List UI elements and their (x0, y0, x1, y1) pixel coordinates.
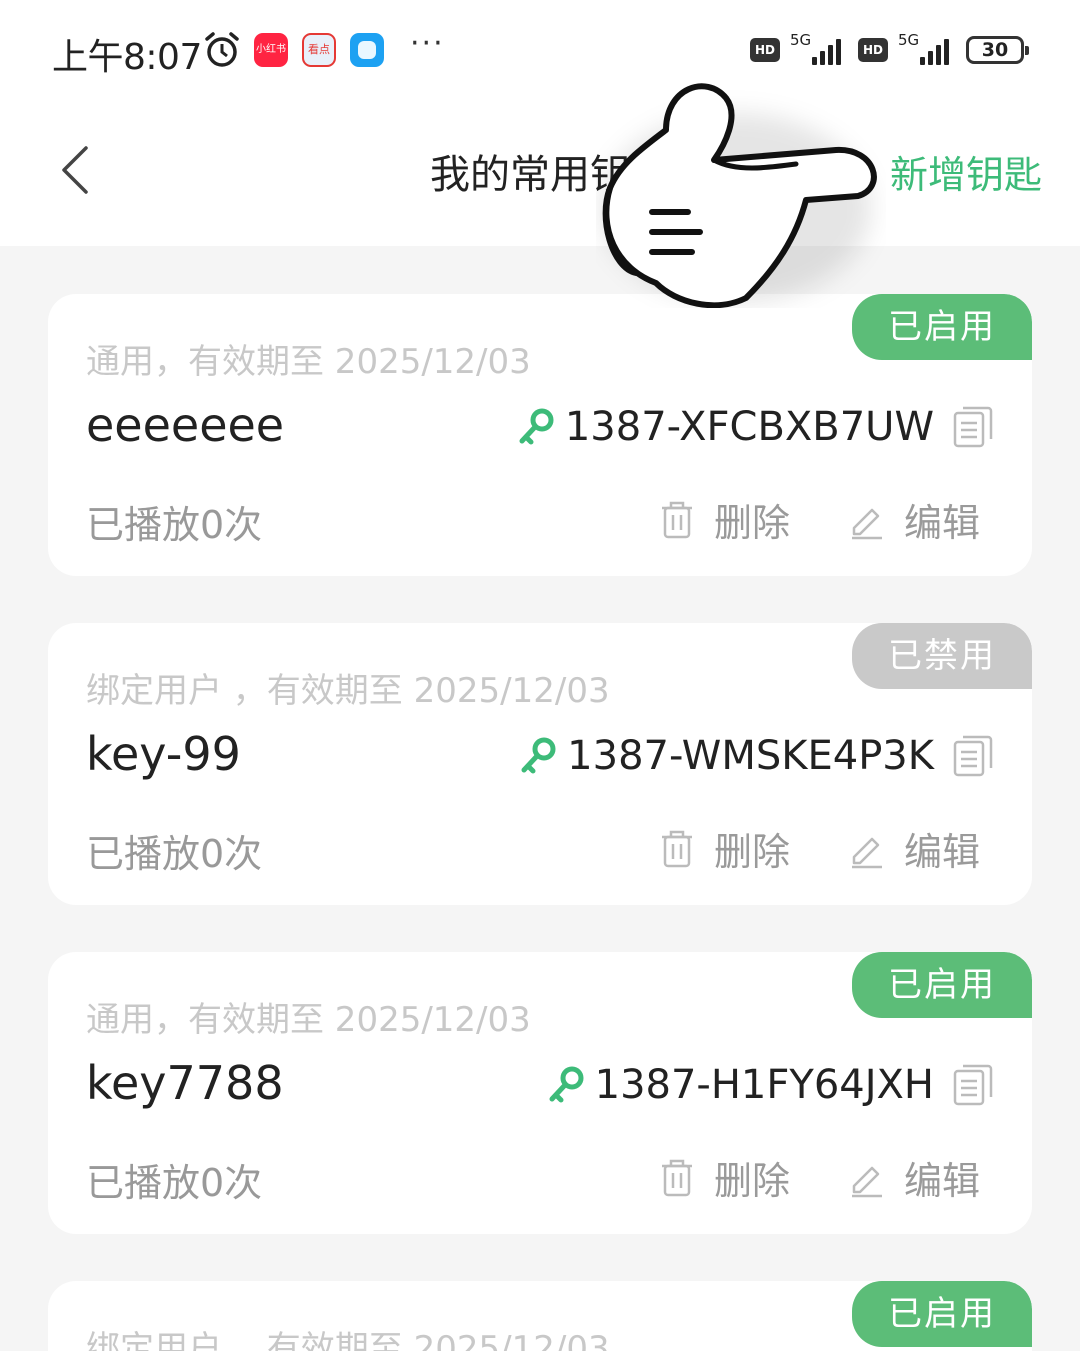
key-code-row: 1387-XFCBXB7UW (517, 404, 994, 450)
add-key-button[interactable]: 新增钥匙 (890, 144, 1042, 199)
status-bar: 上午8:07 小红书 看点 ··· HD 5G HD 5G 30 (0, 0, 1080, 100)
key-card[interactable]: 已启用 绑定用户 ，有效期至 2025/12/03 (48, 1281, 1032, 1351)
messenger-app-icon (350, 33, 384, 67)
xiaohongshu-app-icon: 小红书 (254, 33, 288, 67)
key-code: 1387-XFCBXB7UW (564, 404, 934, 450)
key-card[interactable]: 已禁用 绑定用户 ，有效期至 2025/12/03 key-99 1387-WM… (48, 623, 1032, 905)
pencil-icon (852, 1166, 882, 1197)
battery-icon: 30 (966, 36, 1029, 64)
status-indicators: HD 5G HD 5G 30 (750, 31, 1029, 68)
copy-icon[interactable] (952, 734, 994, 778)
delete-button[interactable]: 删除 (658, 1150, 790, 1205)
copy-icon[interactable] (952, 405, 994, 449)
key-icon (519, 408, 554, 445)
play-count: 已播放0次 (86, 832, 263, 876)
edit-button[interactable]: 编辑 (848, 1150, 980, 1205)
alarm-icon (205, 32, 239, 67)
network-type: 5G (898, 31, 920, 49)
edit-button[interactable]: 编辑 (848, 492, 980, 547)
pointing-hand-icon (601, 83, 877, 308)
key-code: 1387-H1FY64JXH (594, 1062, 934, 1108)
key-name: eeeeeee (86, 398, 285, 452)
edit-label: 编辑 (904, 501, 981, 545)
delete-label: 删除 (714, 830, 791, 874)
pencil-icon (852, 508, 882, 539)
status-badge: 已禁用 (852, 623, 1032, 689)
key-icon (549, 1066, 584, 1103)
key-meta: 通用，有效期至 2025/12/03 (86, 1000, 531, 1040)
play-count: 已播放0次 (86, 503, 263, 547)
trash-icon (662, 501, 692, 538)
key-meta: 绑定用户 ，有效期至 2025/12/03 (86, 671, 610, 711)
key-meta: 绑定用户 ，有效期至 2025/12/03 (86, 1329, 610, 1351)
key-icon (521, 737, 556, 774)
key-card[interactable]: 已启用 通用，有效期至 2025/12/03 key7788 1387-H1FY… (48, 952, 1032, 1234)
delete-label: 删除 (714, 1159, 791, 1203)
trash-icon (662, 1159, 692, 1196)
key-name: key7788 (86, 1056, 284, 1110)
copy-icon[interactable] (952, 1063, 994, 1107)
edit-label: 编辑 (904, 830, 981, 874)
edit-button[interactable]: 编辑 (848, 821, 980, 876)
signal-icon: 5G (790, 31, 848, 67)
key-code-row: 1387-H1FY64JXH (547, 1062, 994, 1108)
delete-label: 删除 (714, 501, 791, 545)
status-badge: 已启用 (852, 1281, 1032, 1347)
play-count: 已播放0次 (86, 1161, 263, 1205)
delete-button[interactable]: 删除 (658, 492, 790, 547)
key-card[interactable]: 已启用 通用，有效期至 2025/12/03 eeeeeee 1387-XFCB… (48, 294, 1032, 576)
trash-icon (662, 830, 692, 867)
key-code-row: 1387-WMSKE4P3K (519, 733, 994, 779)
kandian-app-icon: 看点 (302, 33, 336, 67)
delete-button[interactable]: 删除 (658, 821, 790, 876)
status-time: 上午8:07 (52, 37, 202, 78)
hd-badge: HD (750, 38, 780, 62)
signal-icon: 5G (898, 31, 956, 67)
key-name: key-99 (86, 727, 241, 781)
key-meta: 通用，有效期至 2025/12/03 (86, 342, 531, 382)
status-badge: 已启用 (852, 952, 1032, 1018)
more-notifications-icon: ··· (410, 26, 445, 61)
key-code: 1387-WMSKE4P3K (567, 733, 934, 779)
edit-label: 编辑 (904, 1159, 981, 1203)
hd-badge: HD (858, 38, 888, 62)
nav-bar: 我的常用钥匙 新增钥匙 (0, 100, 1080, 246)
back-arrow-icon[interactable] (58, 144, 94, 196)
pencil-icon (852, 837, 882, 868)
network-type: 5G (790, 31, 812, 49)
